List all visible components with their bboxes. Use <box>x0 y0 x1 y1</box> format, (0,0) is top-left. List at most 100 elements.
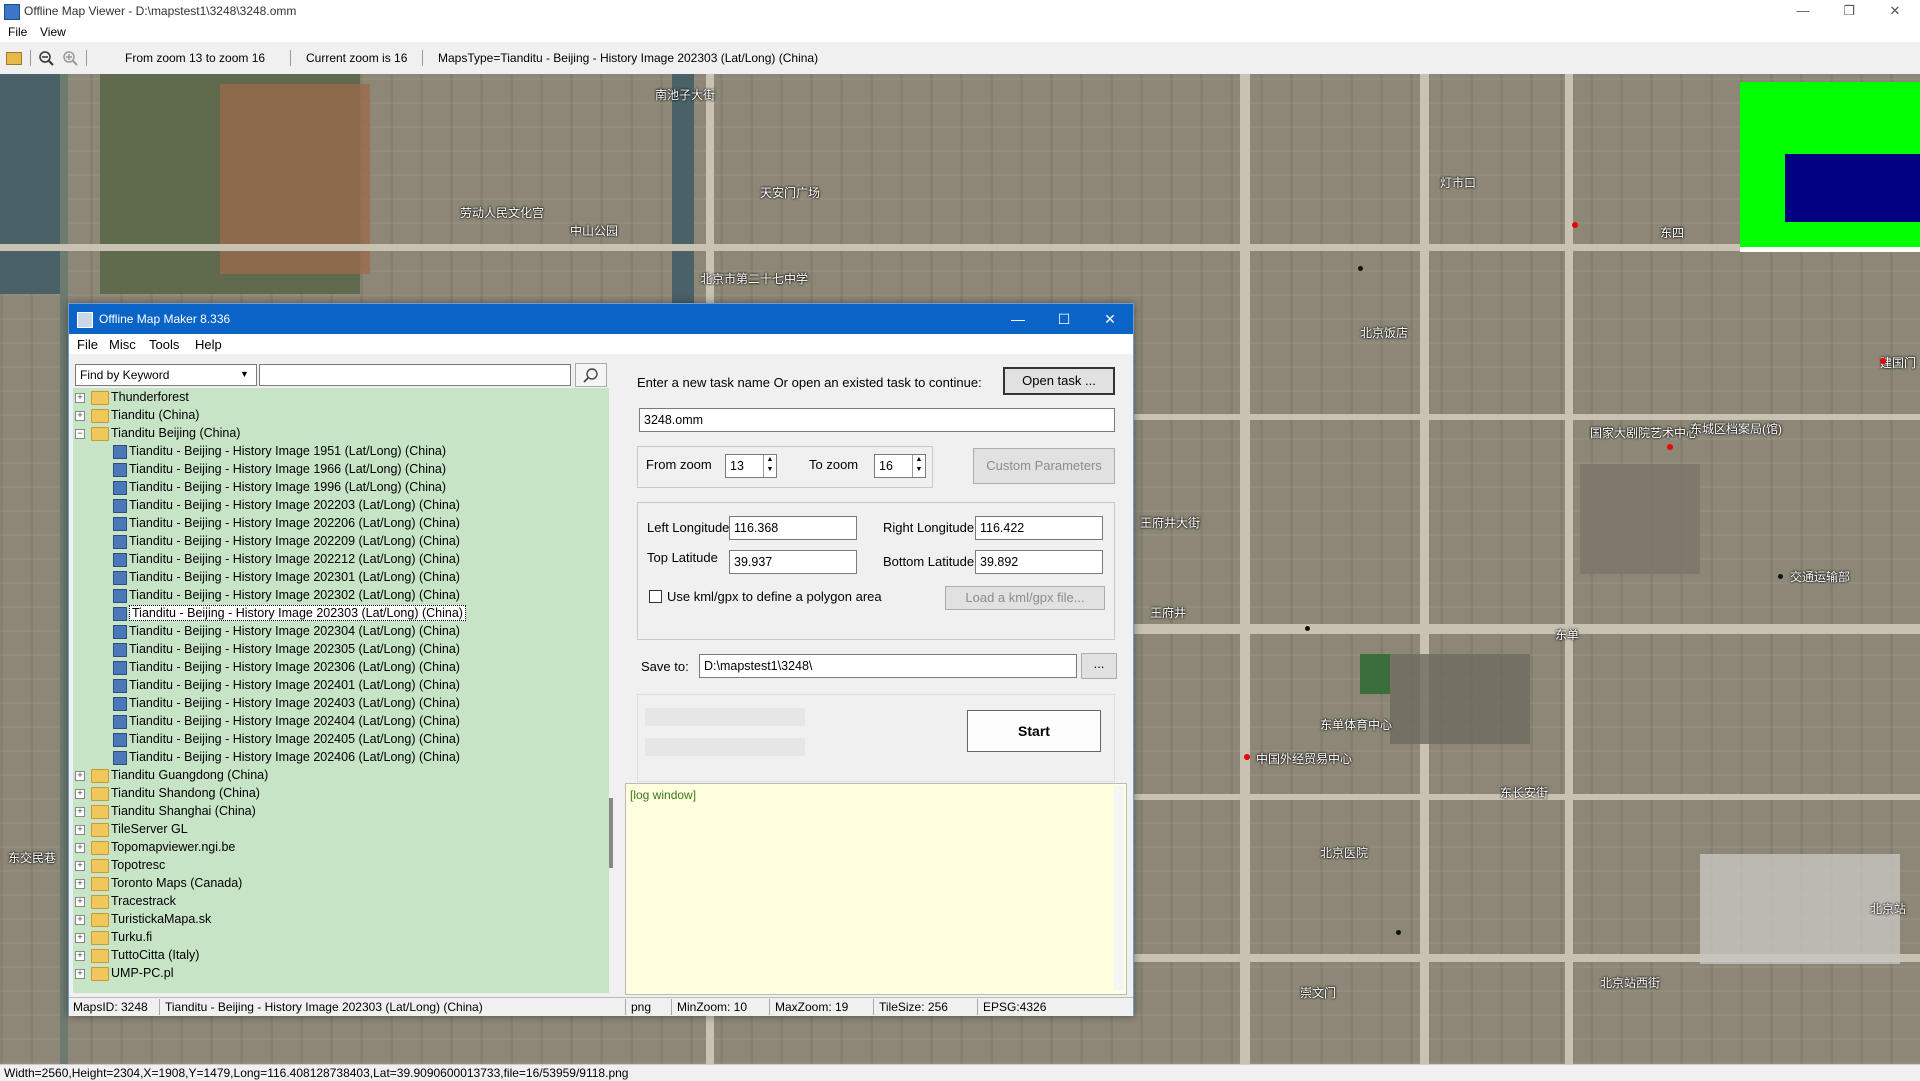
tree-folder[interactable]: + Thunderforest <box>73 388 593 406</box>
tree-folder[interactable]: + Tianditu Shanghai (China) <box>73 802 593 820</box>
expand-icon[interactable]: + <box>75 951 85 961</box>
tree-folder[interactable]: + TuttoCitta (Italy) <box>73 946 593 964</box>
tree-map-item[interactable]: Tianditu - Beijing - History Image 20230… <box>73 568 593 586</box>
open-task-button[interactable]: Open task ... <box>1003 367 1115 395</box>
tree-map-item[interactable]: Tianditu - Beijing - History Image 20220… <box>73 496 593 514</box>
zoom-in-icon[interactable] <box>62 50 78 66</box>
tree-folder[interactable]: + Tianditu (China) <box>73 406 593 424</box>
scrollbar-thumb[interactable] <box>609 798 613 868</box>
tree-map-item[interactable]: Tianditu - Beijing - History Image 20240… <box>73 748 593 766</box>
dialog-maximize-button[interactable]: ☐ <box>1041 304 1087 334</box>
expand-icon[interactable]: + <box>75 825 85 835</box>
browse-button[interactable]: ... <box>1081 653 1117 679</box>
dialog-menu-misc[interactable]: Misc <box>109 337 136 352</box>
expand-icon[interactable]: + <box>75 969 85 979</box>
tree-folder[interactable]: + Topotresc <box>73 856 593 874</box>
map-label: 王府井大街 <box>1140 516 1201 530</box>
expand-icon[interactable]: + <box>75 771 85 781</box>
dialog-title-bar[interactable]: Offline Map Maker 8.336 — ☐ ✕ <box>69 304 1133 334</box>
search-button[interactable] <box>575 363 607 387</box>
tree-folder[interactable]: + Tracestrack <box>73 892 593 910</box>
dialog-menu-tools[interactable]: Tools <box>149 337 179 352</box>
tree-folder[interactable]: + Tianditu Guangdong (China) <box>73 766 593 784</box>
menu-file[interactable]: File <box>8 25 27 39</box>
dialog-menu-help[interactable]: Help <box>195 337 222 352</box>
tree-scrollbar[interactable] <box>609 388 615 993</box>
dialog-minimize-button[interactable]: — <box>995 304 1041 334</box>
expand-icon[interactable]: + <box>75 879 85 889</box>
tree-folder[interactable]: − Tianditu Beijing (China) <box>73 424 593 442</box>
tree-map-item[interactable]: Tianditu - Beijing - History Image 1951 … <box>73 442 593 460</box>
tree-folder[interactable]: + UMP-PC.pl <box>73 964 593 982</box>
close-button[interactable]: ✕ <box>1872 0 1918 22</box>
dialog-app-icon <box>77 312 93 328</box>
tree-folder[interactable]: + Turku.fi <box>73 928 593 946</box>
restore-button[interactable]: ❐ <box>1826 0 1872 22</box>
map-icon <box>113 733 127 747</box>
expand-icon[interactable]: + <box>75 843 85 853</box>
start-button[interactable]: Start <box>967 710 1101 752</box>
task-name-field[interactable]: 3248.omm <box>639 408 1115 432</box>
expand-icon[interactable]: + <box>75 789 85 799</box>
tree-map-item[interactable]: Tianditu - Beijing - History Image 20220… <box>73 514 593 532</box>
tree-folder[interactable]: + TileServer GL <box>73 820 593 838</box>
to-zoom-stepper[interactable]: 16 ▲ ▼ <box>874 454 926 478</box>
tree-map-item[interactable]: Tianditu - Beijing - History Image 20230… <box>73 658 593 676</box>
dialog-menu-file[interactable]: File <box>77 337 98 352</box>
tree-map-item[interactable]: Tianditu - Beijing - History Image 1996 … <box>73 478 593 496</box>
tree-folder[interactable]: + Topomapviewer.ngi.be <box>73 838 593 856</box>
expand-icon[interactable]: + <box>75 861 85 871</box>
tree-map-item[interactable]: Tianditu - Beijing - History Image 1966 … <box>73 460 593 478</box>
map-icon <box>113 625 127 639</box>
log-window[interactable]: [log window] <box>625 783 1127 995</box>
expand-icon[interactable]: + <box>75 393 85 403</box>
save-to-field[interactable]: D:\mapstest1\3248\ <box>699 654 1077 678</box>
tree-folder[interactable]: + Tianditu Shandong (China) <box>73 784 593 802</box>
log-scrollbar[interactable] <box>1114 786 1124 990</box>
tree-map-item[interactable]: Tianditu - Beijing - History Image 20220… <box>73 532 593 550</box>
minimap[interactable] <box>1740 82 1920 252</box>
from-zoom-spin[interactable]: ▲ ▼ <box>763 455 776 477</box>
spin-up-icon[interactable]: ▲ <box>913 455 925 465</box>
folder-icon <box>91 391 109 405</box>
tree-map-item[interactable]: Tianditu - Beijing - History Image 20230… <box>73 586 593 604</box>
tree-folder[interactable]: + TuristickaMapa.sk <box>73 910 593 928</box>
left-longitude-field[interactable]: 116.368 <box>729 516 857 540</box>
bottom-latitude-field[interactable]: 39.892 <box>975 550 1103 574</box>
tree-map-item[interactable]: Tianditu - Beijing - History Image 20240… <box>73 694 593 712</box>
expand-icon[interactable]: + <box>75 807 85 817</box>
kml-checkbox[interactable] <box>649 590 662 603</box>
collapse-icon[interactable]: − <box>75 429 85 439</box>
expand-icon[interactable]: + <box>75 933 85 943</box>
load-kml-button[interactable]: Load a kml/gpx file... <box>945 586 1105 610</box>
tree-map-item[interactable]: Tianditu - Beijing - History Image 20221… <box>73 550 593 568</box>
find-mode-select[interactable]: Find by Keyword ▼ <box>75 364 257 386</box>
expand-icon[interactable]: + <box>75 411 85 421</box>
spin-down-icon[interactable]: ▼ <box>913 465 925 475</box>
spin-up-icon[interactable]: ▲ <box>764 455 776 465</box>
expand-icon[interactable]: + <box>75 915 85 925</box>
tree-map-item[interactable]: Tianditu - Beijing - History Image 20230… <box>73 604 593 622</box>
to-zoom-spin[interactable]: ▲ ▼ <box>912 455 925 477</box>
tree-map-item[interactable]: Tianditu - Beijing - History Image 20230… <box>73 640 593 658</box>
minimap-viewport[interactable] <box>1785 154 1920 222</box>
tree-map-item[interactable]: Tianditu - Beijing - History Image 20240… <box>73 676 593 694</box>
tree-map-item[interactable]: Tianditu - Beijing - History Image 20230… <box>73 622 593 640</box>
tree-folder[interactable]: + Toronto Maps (Canada) <box>73 874 593 892</box>
dialog-close-button[interactable]: ✕ <box>1087 304 1133 334</box>
map-source-tree[interactable]: + Thunderforest + Tianditu (China) − Tianditu… <box>73 388 609 993</box>
from-zoom-stepper[interactable]: 13 ▲ ▼ <box>725 454 777 478</box>
tree-map-item[interactable]: Tianditu - Beijing - History Image 20240… <box>73 712 593 730</box>
minimize-button[interactable]: — <box>1780 0 1826 22</box>
custom-parameters-button[interactable]: Custom Parameters <box>973 448 1115 484</box>
right-longitude-field[interactable]: 116.422 <box>975 516 1103 540</box>
spin-down-icon[interactable]: ▼ <box>764 465 776 475</box>
expand-icon[interactable]: + <box>75 897 85 907</box>
tree-item-label: Tianditu Shandong (China) <box>111 786 260 800</box>
search-input[interactable] <box>259 364 571 386</box>
top-latitude-field[interactable]: 39.937 <box>729 550 857 574</box>
zoom-out-icon[interactable] <box>38 50 54 66</box>
tree-map-item[interactable]: Tianditu - Beijing - History Image 20240… <box>73 730 593 748</box>
menu-view[interactable]: View <box>40 25 66 39</box>
open-folder-icon[interactable] <box>6 52 22 65</box>
